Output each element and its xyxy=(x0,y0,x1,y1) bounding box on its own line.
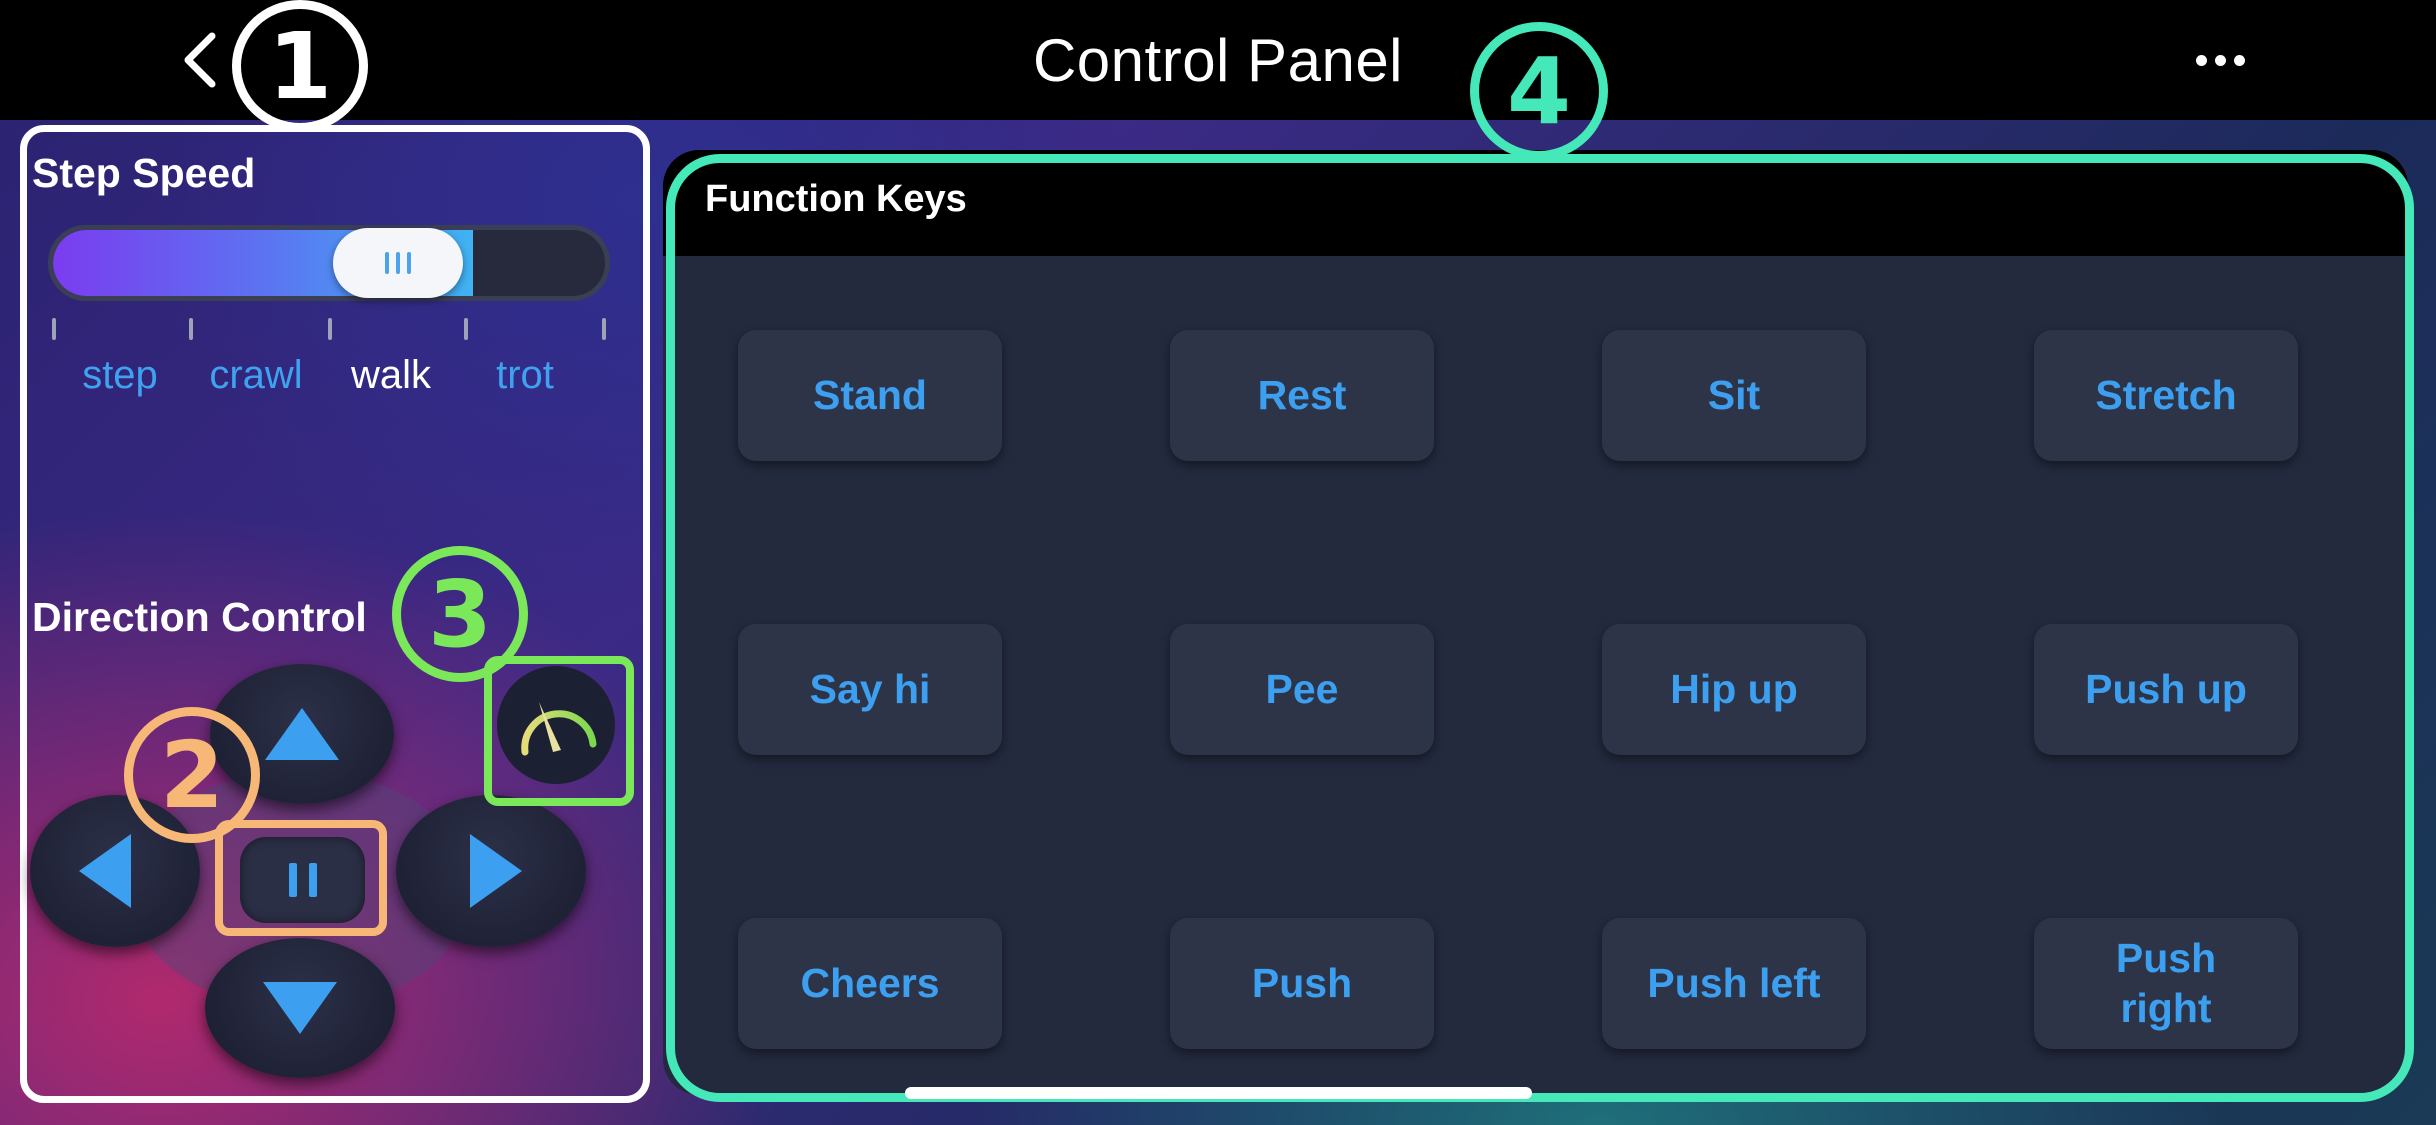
more-dots-icon xyxy=(2233,54,2245,66)
key-say-hi[interactable]: Say hi xyxy=(738,624,1002,755)
slider-thumb[interactable] xyxy=(333,228,463,298)
function-keys-title: Function Keys xyxy=(705,178,967,220)
move-backward-button[interactable] xyxy=(205,938,395,1078)
slider-tick xyxy=(464,318,468,340)
key-push[interactable]: Push xyxy=(1170,918,1434,1049)
speed-option-crawl[interactable]: crawl xyxy=(209,353,302,398)
key-cheers[interactable]: Cheers xyxy=(738,918,1002,1049)
key-push-up[interactable]: Push up xyxy=(2034,624,2298,755)
more-dots-icon xyxy=(2214,54,2226,66)
key-stand[interactable]: Stand xyxy=(738,330,1002,461)
slider-tick xyxy=(52,318,56,340)
speed-option-trot[interactable]: trot xyxy=(496,353,554,398)
more-dots-icon xyxy=(2195,54,2207,66)
move-right-button[interactable] xyxy=(396,795,586,947)
speed-option-step[interactable]: step xyxy=(82,353,158,398)
annotation-marker-1: 1 xyxy=(232,0,368,132)
key-rest[interactable]: Rest xyxy=(1170,330,1434,461)
slider-tick xyxy=(189,318,193,340)
arrow-right-icon xyxy=(470,834,522,908)
pause-icon xyxy=(288,863,297,897)
function-keys-header: Function Keys xyxy=(663,150,2408,256)
arrow-up-icon xyxy=(265,708,339,760)
arrow-left-icon xyxy=(79,834,131,908)
key-hip-up[interactable]: Hip up xyxy=(1602,624,1866,755)
home-indicator xyxy=(905,1087,1532,1099)
slider-tick xyxy=(328,318,332,340)
annotation-marker-4: 4 xyxy=(1470,22,1608,160)
pause-button[interactable] xyxy=(240,837,365,923)
annotation-marker-3: 3 xyxy=(392,546,528,682)
step-speed-title: Step Speed xyxy=(32,150,256,196)
direction-control-title: Direction Control xyxy=(32,594,367,640)
annotation-marker-2: 2 xyxy=(124,707,260,843)
key-sit[interactable]: Sit xyxy=(1602,330,1866,461)
speed-gauge-button[interactable] xyxy=(497,666,615,784)
key-stretch[interactable]: Stretch xyxy=(2034,330,2298,461)
arrow-down-icon xyxy=(263,982,337,1034)
speedometer-icon xyxy=(521,702,597,756)
speed-option-walk[interactable]: walk xyxy=(351,353,431,398)
step-speed-slider[interactable] xyxy=(48,225,610,301)
key-push-left[interactable]: Push left xyxy=(1602,918,1866,1049)
key-push-right[interactable]: Push right xyxy=(2034,918,2298,1049)
slider-tick xyxy=(602,318,606,340)
more-button[interactable] xyxy=(2180,30,2260,90)
pause-icon xyxy=(308,863,317,897)
key-pee[interactable]: Pee xyxy=(1170,624,1434,755)
